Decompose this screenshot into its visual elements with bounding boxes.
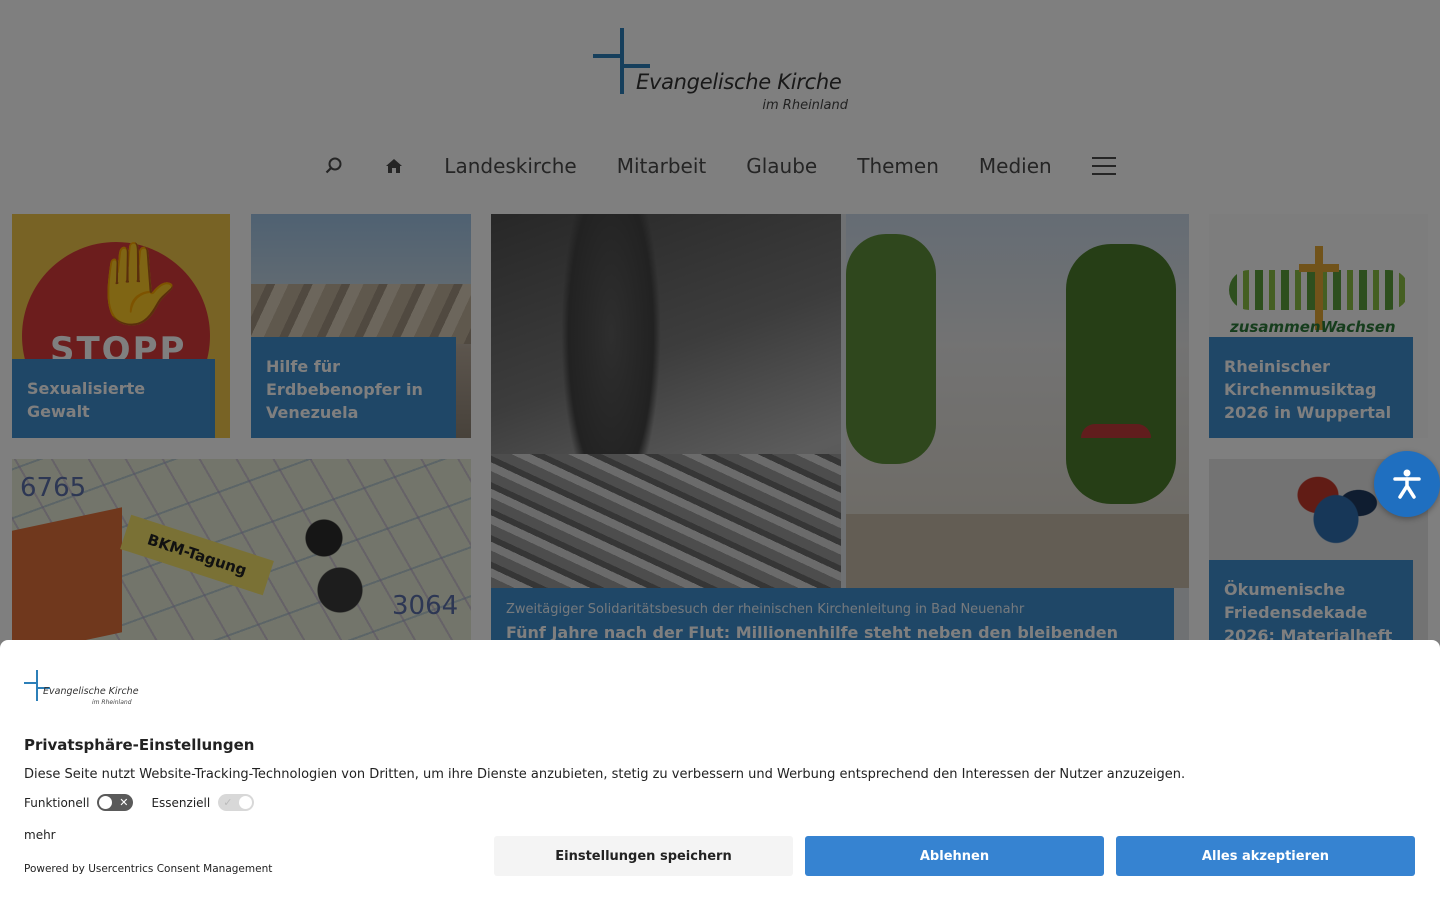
- consent-logo-main: Evangelische Kirche: [43, 686, 139, 697]
- consent-toggles: Funktionell ✕ Essenziell ✓: [24, 794, 264, 811]
- close-icon: ✕: [119, 796, 129, 809]
- toggle-knob: [239, 796, 253, 809]
- consent-logo: Evangelische Kirche im Rheinland: [24, 670, 144, 710]
- consent-banner: Evangelische Kirche im Rheinland Privats…: [0, 640, 1440, 900]
- save-settings-button[interactable]: Einstellungen speichern: [494, 836, 793, 876]
- toggle-label-functional: Funktionell: [24, 795, 90, 810]
- consent-logo-sub: im Rheinland: [92, 699, 132, 706]
- more-link[interactable]: mehr: [24, 828, 56, 842]
- essential-toggle: ✓: [218, 794, 255, 811]
- logo-cross-bar: [36, 687, 38, 701]
- powered-by-text: Powered by Usercentrics Consent Manageme…: [24, 863, 273, 875]
- logo-cross-bar: [24, 682, 38, 684]
- accessibility-icon: [1393, 469, 1421, 499]
- functional-toggle[interactable]: ✕: [97, 794, 134, 811]
- consent-title: Privatsphäre-Einstellungen: [24, 736, 255, 754]
- accessibility-button[interactable]: [1374, 451, 1440, 517]
- toggle-knob: [99, 796, 113, 809]
- consent-description: Diese Seite nutzt Website-Tracking-Techn…: [24, 767, 1186, 782]
- toggle-label-essential: Essenziell: [151, 795, 211, 810]
- logo-cross-bar: [36, 670, 38, 688]
- check-icon: ✓: [223, 796, 233, 809]
- deny-button[interactable]: Ablehnen: [805, 836, 1104, 876]
- accept-all-button[interactable]: Alles akzeptieren: [1116, 836, 1415, 876]
